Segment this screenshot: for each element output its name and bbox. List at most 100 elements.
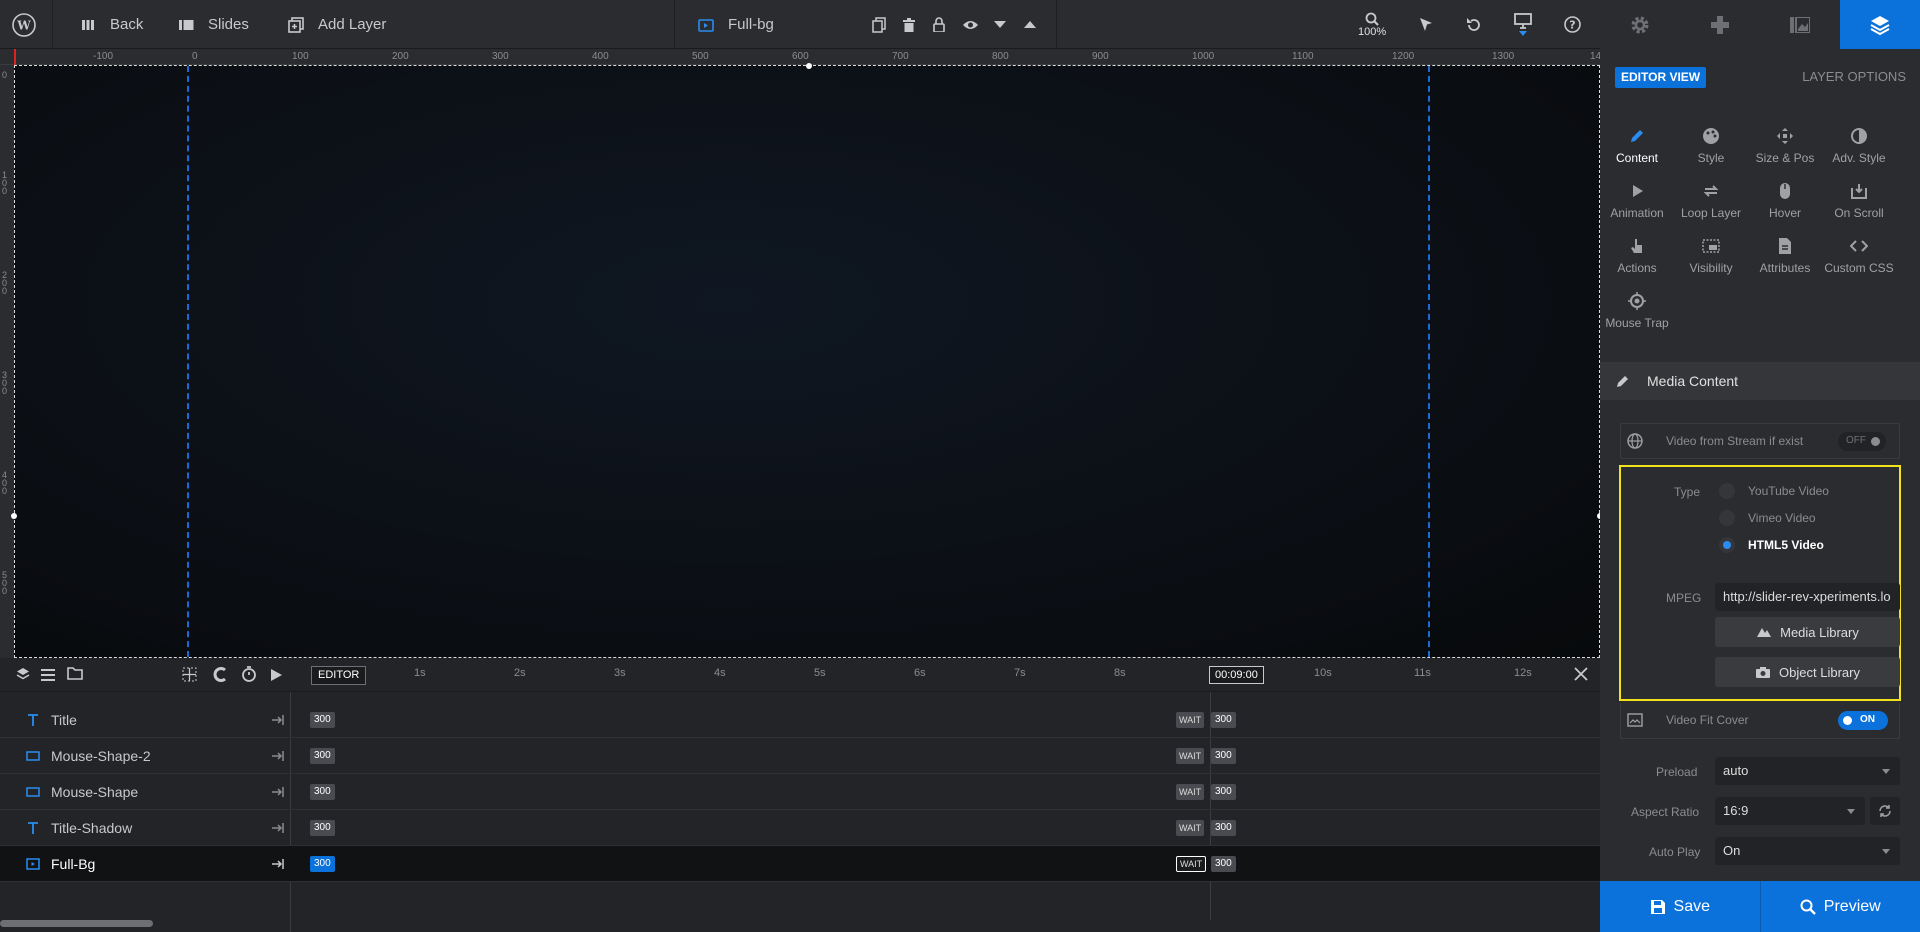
mpeg-url-input[interactable]: http://slider-rev-xperiments.lo — [1715, 583, 1900, 611]
current-layer-selector[interactable]: Full-bg — [696, 0, 774, 49]
tab-content[interactable]: Content — [1600, 127, 1674, 165]
tab-label: Mouse Trap — [1605, 316, 1669, 330]
layer-row-mouse-shape[interactable]: Mouse-Shape 300 WAIT 300 — [0, 774, 1600, 810]
duplicate-layer-button[interactable] — [872, 0, 886, 49]
start-time-badge[interactable]: 300 — [310, 784, 335, 800]
tab-on-scroll[interactable]: On Scroll — [1822, 182, 1896, 220]
collapse-arrow-icon[interactable] — [270, 784, 286, 800]
radio-vimeo[interactable] — [1719, 510, 1735, 526]
tab-custom-css[interactable]: Custom CSS — [1822, 237, 1896, 275]
radio-html5-label[interactable]: HTML5 Video — [1748, 538, 1824, 552]
zoom-button[interactable]: 100% — [1358, 0, 1386, 49]
editor-view-button[interactable]: EDITOR VIEW — [1615, 67, 1707, 88]
fit-cover-label: Video Fit Cover — [1666, 713, 1749, 727]
preview-button[interactable]: Preview — [1760, 881, 1920, 932]
start-time-badge[interactable]: 300 — [310, 748, 335, 764]
tab-actions[interactable]: Actions — [1600, 237, 1674, 275]
tab-adv-style[interactable]: Adv. Style — [1822, 127, 1896, 165]
tab-animation[interactable]: Animation — [1600, 182, 1674, 220]
navigation-tab[interactable] — [1680, 0, 1760, 49]
layer-row-title[interactable]: Title 300 WAIT 300 — [0, 702, 1600, 738]
layers-panel-tab[interactable] — [1840, 0, 1920, 49]
slides-panel-icon — [1790, 16, 1810, 33]
radio-vimeo-label[interactable]: Vimeo Video — [1748, 511, 1816, 525]
folder-button[interactable] — [67, 667, 83, 685]
end-time-badge[interactable]: 300 — [1211, 748, 1236, 764]
play-button[interactable] — [271, 668, 282, 686]
fit-cover-toggle[interactable]: ON — [1838, 711, 1888, 730]
undo-button[interactable] — [1466, 0, 1482, 49]
resize-handle-left[interactable] — [11, 513, 17, 519]
select-tool-button[interactable] — [1418, 0, 1434, 49]
radio-html5[interactable] — [1719, 537, 1735, 553]
collapse-arrow-icon[interactable] — [270, 856, 286, 872]
current-time-indicator[interactable]: 00:09:00 — [1209, 666, 1264, 684]
end-time-badge[interactable]: 300 — [1211, 712, 1236, 728]
pencil-icon — [1631, 130, 1643, 142]
stopwatch-button[interactable] — [241, 666, 257, 687]
add-layer-button[interactable]: Add Layer — [286, 0, 386, 49]
layer-row-full-bg[interactable]: Full-Bg 300 WAIT 300 — [0, 846, 1600, 882]
tab-attributes[interactable]: Attributes — [1748, 237, 1822, 275]
collapse-arrow-icon[interactable] — [270, 748, 286, 764]
start-time-badge[interactable]: 300 — [310, 856, 335, 872]
layer-row-mouse-shape-2[interactable]: Mouse-Shape-2 300 WAIT 300 — [0, 738, 1600, 774]
collapse-arrow-icon[interactable] — [270, 820, 286, 836]
aspect-ratio-select[interactable]: 16:9 — [1715, 797, 1865, 825]
tab-style[interactable]: Style — [1674, 127, 1748, 165]
wait-badge[interactable]: WAIT — [1176, 820, 1205, 836]
tab-size-pos[interactable]: Size & Pos — [1748, 127, 1822, 165]
timeline-scrollbar[interactable] — [0, 920, 153, 927]
save-button[interactable]: Save — [1600, 881, 1761, 932]
radio-youtube-label[interactable]: YouTube Video — [1748, 484, 1829, 498]
delete-layer-button[interactable] — [903, 0, 915, 49]
object-library-button[interactable]: Object Library — [1715, 657, 1900, 687]
resize-handle-top[interactable] — [806, 63, 812, 69]
tab-hover[interactable]: Hover — [1748, 182, 1822, 220]
aspect-ratio-sync-button[interactable] — [1870, 797, 1900, 825]
wait-badge[interactable]: WAIT — [1176, 712, 1205, 728]
wait-badge[interactable]: WAIT — [1176, 856, 1207, 872]
layers-view-button[interactable] — [16, 667, 30, 686]
stream-toggle[interactable]: OFF — [1838, 432, 1886, 451]
end-time-badge[interactable]: 300 — [1211, 856, 1236, 872]
slides-panel-tab[interactable] — [1760, 0, 1840, 49]
help-button[interactable]: ? — [1564, 0, 1581, 49]
collapse-arrow-icon[interactable] — [270, 712, 286, 728]
text-layer-icon — [28, 822, 38, 834]
preload-select[interactable]: auto — [1715, 757, 1900, 785]
end-time-badge[interactable]: 300 — [1211, 820, 1236, 836]
lock-layer-button[interactable] — [933, 0, 945, 49]
end-time-badge[interactable]: 300 — [1211, 784, 1236, 800]
media-content-section-header[interactable]: Media Content — [1600, 362, 1920, 400]
wordpress-logo-button[interactable]: W — [12, 0, 36, 49]
tab-loop-layer[interactable]: Loop Layer — [1674, 182, 1748, 220]
editor-time-button[interactable]: EDITOR — [311, 666, 367, 685]
grid-toggle-button[interactable] — [182, 667, 197, 687]
start-time-badge[interactable]: 300 — [310, 820, 335, 836]
slide-canvas[interactable] — [11, 63, 1603, 658]
wait-badge[interactable]: WAIT — [1176, 784, 1205, 800]
layer-row-title-shadow[interactable]: Title-Shadow 300 WAIT 300 — [0, 810, 1600, 846]
ruler-tick: 800 — [992, 51, 1009, 62]
settings-tab[interactable] — [1600, 0, 1680, 49]
current-layer-name: Full-bg — [728, 16, 774, 33]
layers-icon — [1870, 15, 1890, 35]
visibility-toggle-button[interactable] — [962, 0, 979, 49]
magnet-icon — [213, 667, 226, 682]
close-timeline-button[interactable] — [1574, 667, 1588, 686]
start-time-badge[interactable]: 300 — [310, 712, 335, 728]
list-view-button[interactable] — [41, 668, 55, 686]
media-library-button[interactable]: Media Library — [1715, 617, 1900, 647]
slides-button[interactable]: Slides — [176, 0, 249, 49]
move-layer-up-button[interactable] — [1024, 0, 1036, 49]
move-layer-down-button[interactable] — [994, 0, 1006, 49]
magnet-snap-button[interactable] — [212, 667, 227, 687]
radio-youtube[interactable] — [1719, 483, 1735, 499]
tab-visibility[interactable]: Visibility — [1674, 237, 1748, 275]
tab-mouse-trap[interactable]: Mouse Trap — [1600, 292, 1674, 330]
autoplay-select[interactable]: On — [1715, 837, 1900, 865]
back-button[interactable]: Back — [78, 0, 143, 49]
wait-badge[interactable]: WAIT — [1176, 748, 1205, 764]
device-desktop-button[interactable] — [1514, 0, 1532, 49]
